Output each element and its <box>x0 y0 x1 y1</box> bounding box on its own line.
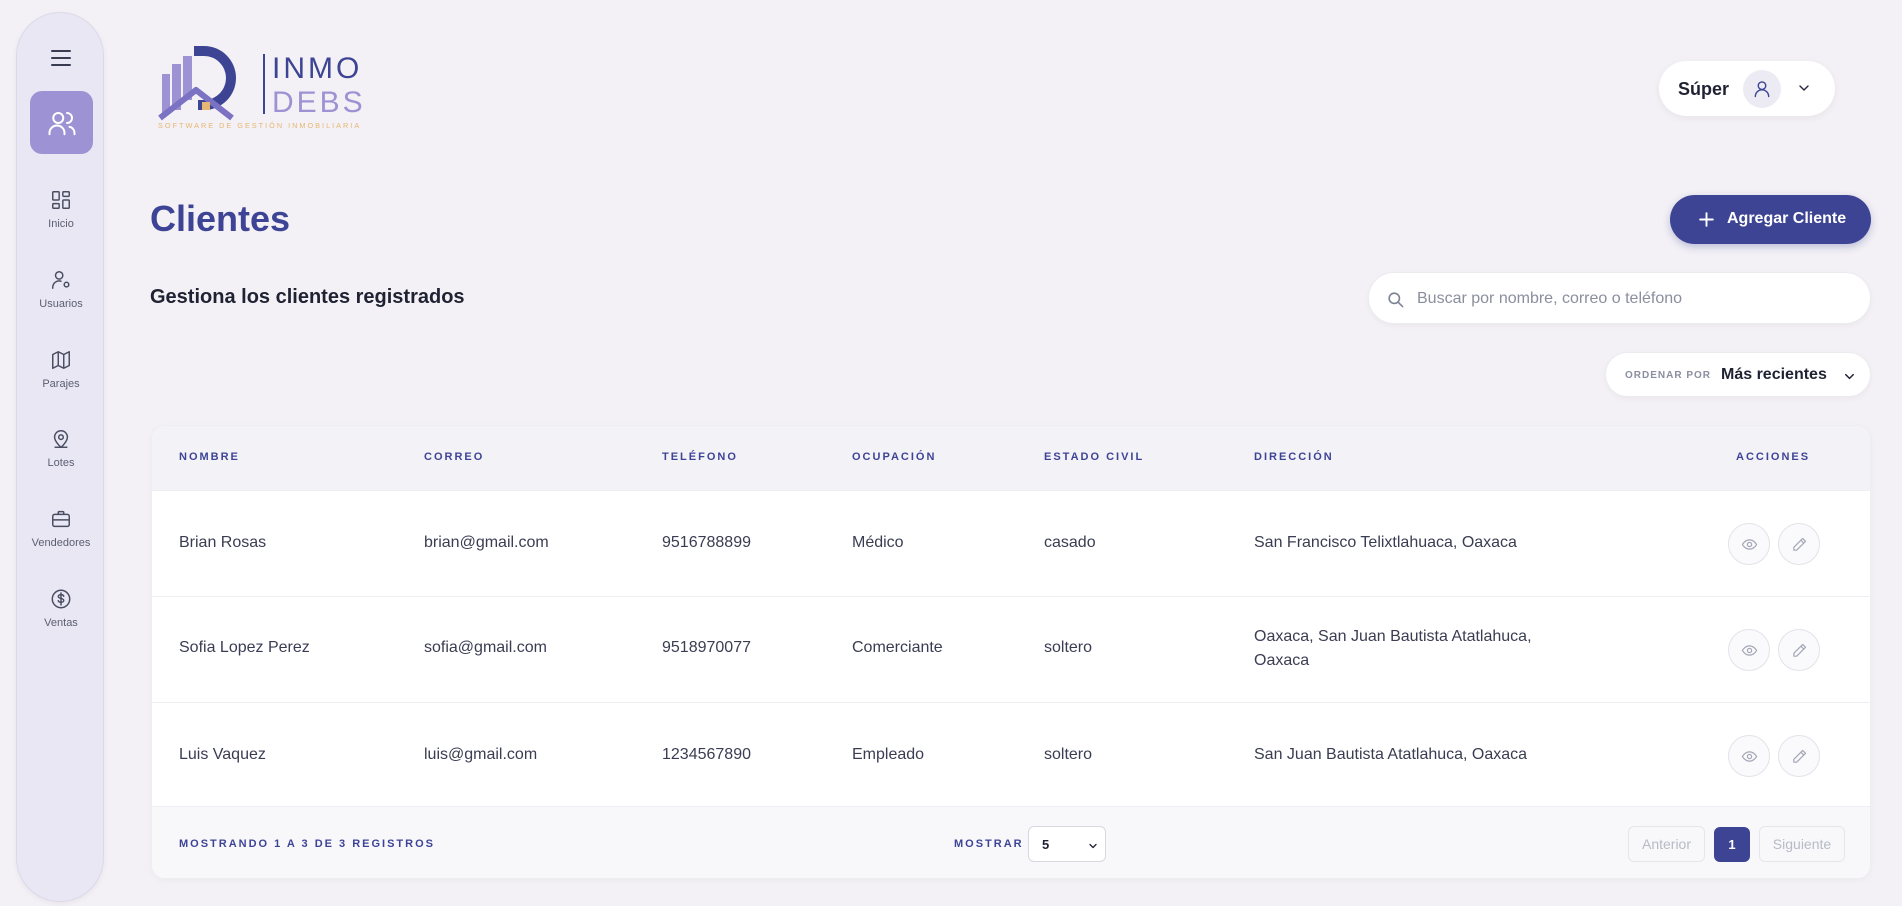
table-row: Sofia Lopez Perez sofia@gmail.com 951897… <box>152 596 1870 702</box>
dashboard-icon <box>52 191 70 209</box>
edit-button[interactable] <box>1778 735 1820 777</box>
logo: INMO DEBS SOFTWARE DE GESTIÓN INMOBILIAR… <box>156 40 381 135</box>
svg-text:SOFTWARE DE GESTIÓN INMOBILIAR: SOFTWARE DE GESTIÓN INMOBILIARIA <box>158 121 361 130</box>
cell-estado-civil: soltero <box>1044 639 1093 656</box>
table-header: NOMBRE CORREO TELÉFONO OCUPACIÓN ESTADO … <box>152 426 1870 490</box>
user-menu[interactable]: Súper <box>1659 61 1835 116</box>
sidebar-item-clientes[interactable] <box>30 91 93 154</box>
avatar <box>1743 70 1781 108</box>
table-row: Brian Rosas brian@gmail.com 9516788899 M… <box>152 490 1870 596</box>
sort-label: ORDENAR POR <box>1625 370 1712 381</box>
previous-page-button[interactable]: Anterior <box>1628 826 1705 862</box>
page-size-select[interactable]: 5 <box>1028 826 1106 862</box>
column-header-ocupacion[interactable]: OCUPACIÓN <box>852 451 936 463</box>
edit-button[interactable] <box>1778 523 1820 565</box>
eye-icon <box>1741 538 1757 550</box>
cell-direccion-line2: Oaxaca <box>1254 652 1310 669</box>
cell-correo: brian@gmail.com <box>424 534 549 551</box>
cell-direccion: San Francisco Telixtlahuaca, Oaxaca <box>1254 534 1517 551</box>
page-title: Clientes <box>150 198 291 239</box>
sidebar-item-inicio[interactable]: Inicio <box>17 189 105 251</box>
column-header-correo[interactable]: CORREO <box>424 451 484 463</box>
pencil-icon <box>1792 537 1806 551</box>
record-count: MOSTRANDO 1 A 3 DE 3 REGISTROS <box>179 838 435 850</box>
sort-value: Más recientes <box>1721 366 1827 383</box>
cell-nombre: Brian Rosas <box>179 534 267 551</box>
sidebar: Inicio Usuarios Parajes Lotes Vendedores… <box>16 12 104 902</box>
cell-direccion: Oaxaca, San Juan Bautista Atatlahuca, <box>1254 628 1532 645</box>
edit-button[interactable] <box>1778 629 1820 671</box>
sidebar-item-vendedores[interactable]: Vendedores <box>17 508 105 570</box>
cell-ocupacion: Empleado <box>852 746 925 763</box>
sidebar-item-label: Vendedores <box>31 537 91 549</box>
user-name: Súper <box>1678 79 1730 99</box>
user-settings-icon <box>52 271 70 289</box>
page-size-label: MOSTRAR <box>954 838 1024 850</box>
next-page-button[interactable]: Siguiente <box>1759 826 1845 862</box>
sort-dropdown[interactable]: ORDENAR POR Más recientes <box>1605 352 1871 397</box>
cell-telefono: 1234567890 <box>662 746 751 763</box>
pencil-icon <box>1792 749 1806 763</box>
sidebar-item-label: Lotes <box>47 457 75 469</box>
users-icon <box>48 111 75 135</box>
page-subtitle: Gestiona los clientes registrados <box>150 286 465 308</box>
cell-nombre: Luis Vaquez <box>179 746 266 763</box>
eye-icon <box>1741 644 1757 656</box>
briefcase-icon <box>52 510 70 528</box>
chevron-down-icon <box>1087 839 1099 857</box>
map-pin-icon <box>53 430 69 448</box>
cell-estado-civil: soltero <box>1044 746 1093 763</box>
map-icon <box>52 351 70 369</box>
cell-nombre: Sofia Lopez Perez <box>179 639 310 656</box>
svg-text:INMO: INMO <box>272 52 362 85</box>
sidebar-item-parajes[interactable]: Parajes <box>17 349 105 411</box>
column-header-nombre[interactable]: NOMBRE <box>179 451 240 463</box>
cell-telefono: 9518970077 <box>662 639 751 656</box>
column-header-acciones: ACCIONES <box>1736 451 1811 463</box>
svg-text:DEBS: DEBS <box>272 86 366 119</box>
column-header-telefono[interactable]: TELÉFONO <box>662 451 738 463</box>
menu-icon[interactable] <box>46 43 76 73</box>
user-icon <box>1754 81 1770 98</box>
cell-ocupacion: Comerciante <box>852 639 943 656</box>
view-button[interactable] <box>1728 629 1770 671</box>
table-footer: MOSTRANDO 1 A 3 DE 3 REGISTROS MOSTRAR 5… <box>152 806 1870 878</box>
add-client-button[interactable]: Agregar Cliente <box>1670 195 1871 244</box>
cell-correo: luis@gmail.com <box>424 746 538 763</box>
search-box <box>1368 272 1871 324</box>
plus-icon <box>1697 210 1716 234</box>
cell-direccion: San Juan Bautista Atatlahuca, Oaxaca <box>1254 746 1528 763</box>
search-input[interactable] <box>1417 287 1847 311</box>
sidebar-item-label: Inicio <box>48 218 74 230</box>
cell-ocupacion: Médico <box>852 534 904 551</box>
sidebar-item-ventas[interactable]: Ventas <box>17 588 105 650</box>
sidebar-item-label: Parajes <box>42 378 80 390</box>
cell-estado-civil: casado <box>1044 534 1096 551</box>
page-size-value: 5 <box>1042 837 1050 852</box>
column-header-estado-civil[interactable]: ESTADO CIVIL <box>1044 451 1144 463</box>
dollar-icon <box>51 589 71 609</box>
chevron-down-icon <box>1796 80 1812 101</box>
sidebar-item-lotes[interactable]: Lotes <box>17 428 105 490</box>
search-icon <box>1386 290 1405 314</box>
table-row: Luis Vaquez luis@gmail.com 1234567890 Em… <box>152 702 1870 808</box>
pencil-icon <box>1792 643 1806 657</box>
sidebar-item-label: Ventas <box>44 617 78 629</box>
sidebar-item-label: Usuarios <box>39 298 83 310</box>
eye-icon <box>1741 750 1757 762</box>
cell-telefono: 9516788899 <box>662 534 751 551</box>
page-1-button[interactable]: 1 <box>1714 827 1750 862</box>
view-button[interactable] <box>1728 523 1770 565</box>
chevron-down-icon <box>1842 369 1857 389</box>
view-button[interactable] <box>1728 735 1770 777</box>
clients-table: NOMBRE CORREO TELÉFONO OCUPACIÓN ESTADO … <box>151 425 1871 879</box>
add-client-label: Agregar Cliente <box>1727 210 1847 227</box>
logo-mark: INMO DEBS SOFTWARE DE GESTIÓN INMOBILIAR… <box>158 46 366 130</box>
sidebar-item-usuarios[interactable]: Usuarios <box>17 269 105 331</box>
column-header-direccion[interactable]: DIRECCIÓN <box>1254 451 1334 463</box>
cell-correo: sofia@gmail.com <box>424 639 547 656</box>
